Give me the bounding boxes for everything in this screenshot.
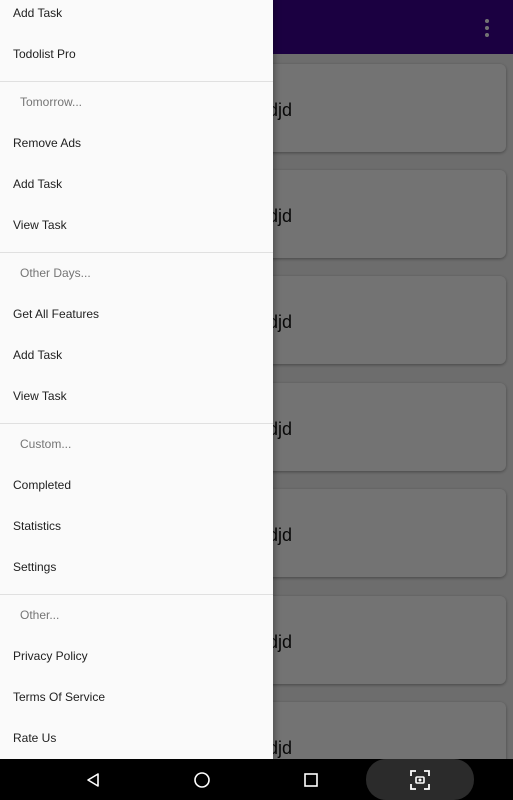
menu-item-remove-ads[interactable]: Remove Ads <box>0 122 273 163</box>
menu-item-settings[interactable]: Settings <box>0 546 273 587</box>
menu-item-add-task[interactable]: Add Task <box>0 0 273 33</box>
menu-item-add-task[interactable]: Add Task <box>0 163 273 204</box>
section-header-other: Other... <box>20 608 60 622</box>
menu-item-completed[interactable]: Completed <box>0 464 273 505</box>
menu-item-view-task[interactable]: View Task <box>0 204 273 245</box>
screenshot-icon <box>410 770 430 790</box>
navigation-drawer: Add Task Todolist Pro Tomorrow... Remove… <box>0 0 273 759</box>
menu-item-view-task[interactable]: View Task <box>0 375 273 416</box>
menu-item-statistics[interactable]: Statistics <box>0 505 273 546</box>
section-header-other-days: Other Days... <box>20 266 91 280</box>
section-header-custom: Custom... <box>20 437 72 451</box>
menu-item-todolist-pro[interactable]: Todolist Pro <box>0 33 273 74</box>
back-triangle-icon <box>87 772 99 787</box>
menu-item-add-task[interactable]: Add Task <box>0 334 273 375</box>
home-button[interactable] <box>177 759 227 800</box>
recents-square-icon <box>304 772 318 787</box>
screenshot-button[interactable] <box>366 759 474 800</box>
system-navigation-bar <box>0 759 513 800</box>
back-button[interactable] <box>68 759 118 800</box>
section-header-tomorrow: Tomorrow... <box>20 95 83 109</box>
menu-item-privacy-policy[interactable]: Privacy Policy <box>0 635 273 676</box>
recents-button[interactable] <box>286 759 336 800</box>
home-circle-icon <box>194 771 210 788</box>
menu-item-rate-us[interactable]: Rate Us <box>0 717 273 758</box>
menu-item-get-all-features[interactable]: Get All Features <box>0 293 273 334</box>
menu-item-terms-of-service[interactable]: Terms Of Service <box>0 676 273 717</box>
